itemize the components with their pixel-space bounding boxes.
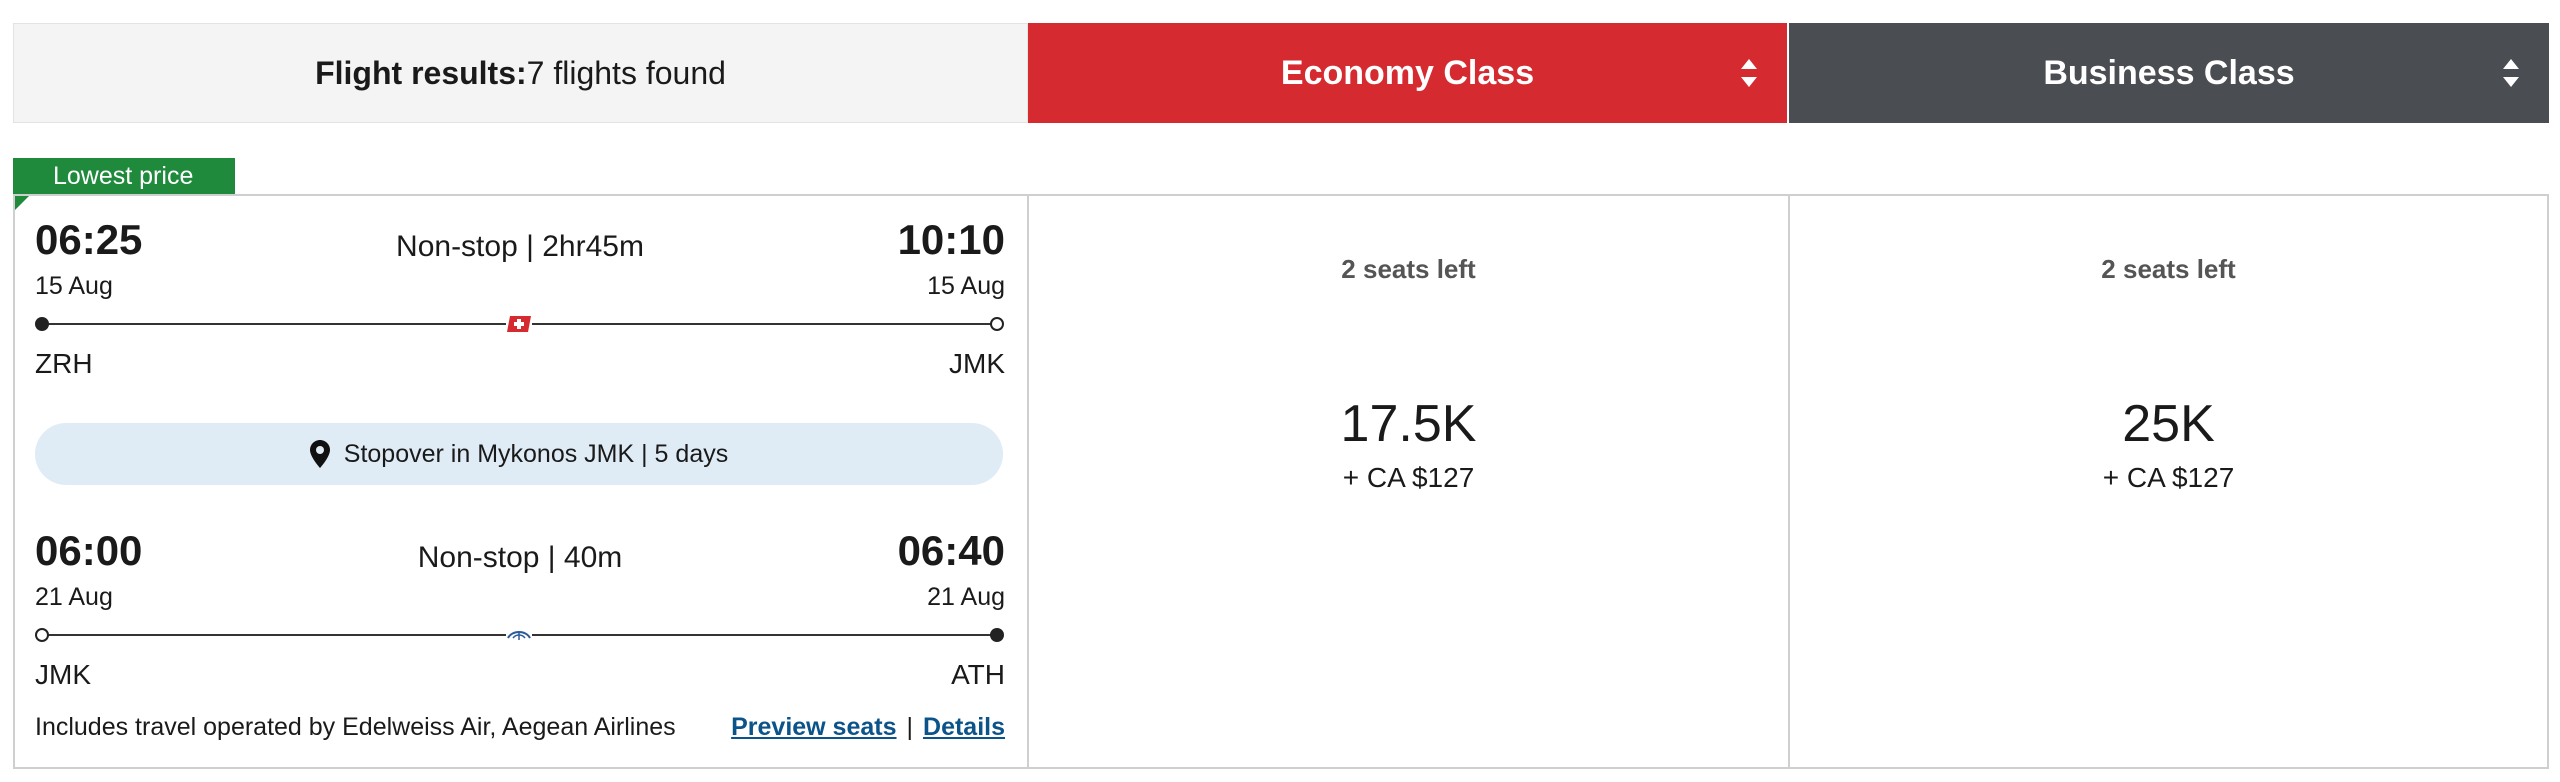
- origin-dot: [35, 317, 49, 331]
- card-links: Preview seats | Details: [731, 713, 1005, 742]
- fare-tax: + CA $127: [1342, 462, 1475, 493]
- aegean-bird-icon: [506, 626, 532, 644]
- arrive-date: 21 Aug: [927, 583, 1005, 611]
- depart-airport-code: ZRH: [35, 348, 93, 379]
- business-fare-cell[interactable]: 2 seats left 25K + CA $127: [1790, 194, 2547, 769]
- stopover-banner: Stopover in Mykonos JMK | 5 days: [35, 423, 1003, 485]
- sort-arrows-icon: [2503, 59, 2519, 87]
- business-class-label: Business Class: [2043, 53, 2295, 92]
- arrive-airport-code: JMK: [949, 348, 1005, 379]
- results-header: Flight results: 7 flights found: [13, 23, 1028, 123]
- segment-duration: Non-stop | 40m: [417, 541, 623, 574]
- business-class-sort-button[interactable]: Business Class: [1789, 23, 2549, 123]
- economy-class-sort-button[interactable]: Economy Class: [1028, 23, 1787, 123]
- results-count: 7 flights found: [526, 54, 726, 91]
- preview-seats-link[interactable]: Preview seats: [731, 713, 896, 742]
- fare-tax: + CA $127: [2102, 462, 2235, 493]
- arrive-time: 10:10: [897, 216, 1005, 263]
- lowest-price-badge: Lowest price: [13, 158, 235, 194]
- destination-dot: [990, 628, 1004, 642]
- arrive-time: 06:40: [897, 527, 1005, 574]
- stopover-text: Stopover in Mykonos JMK | 5 days: [343, 439, 729, 468]
- details-link[interactable]: Details: [923, 713, 1005, 742]
- seats-left: 2 seats left: [2101, 254, 2236, 284]
- link-separator: |: [906, 713, 914, 741]
- depart-airport-code: JMK: [35, 659, 91, 690]
- economy-fare-cell[interactable]: 2 seats left 17.5K + CA $127: [1029, 194, 1788, 769]
- seats-left: 2 seats left: [1341, 254, 1476, 284]
- depart-time: 06:25: [35, 216, 143, 263]
- sort-arrows-icon: [1741, 59, 1757, 87]
- depart-date: 15 Aug: [35, 272, 113, 300]
- fare-points: 25K: [2122, 395, 2215, 453]
- origin-dot: [35, 628, 49, 642]
- results-label: Flight results:: [315, 54, 527, 91]
- swiss-cross-icon: [506, 315, 532, 333]
- map-pin-icon: [309, 440, 330, 468]
- depart-time: 06:00: [35, 527, 143, 574]
- economy-class-label: Economy Class: [1280, 53, 1535, 92]
- operated-by-text: Includes travel operated by Edelweiss Ai…: [35, 713, 676, 741]
- depart-date: 21 Aug: [35, 583, 113, 611]
- arrive-airport-code: ATH: [951, 659, 1005, 690]
- fare-points: 17.5K: [1340, 395, 1477, 453]
- segment-duration: Non-stop | 2hr45m: [396, 230, 644, 263]
- arrive-date: 15 Aug: [927, 272, 1005, 300]
- destination-dot: [990, 317, 1004, 331]
